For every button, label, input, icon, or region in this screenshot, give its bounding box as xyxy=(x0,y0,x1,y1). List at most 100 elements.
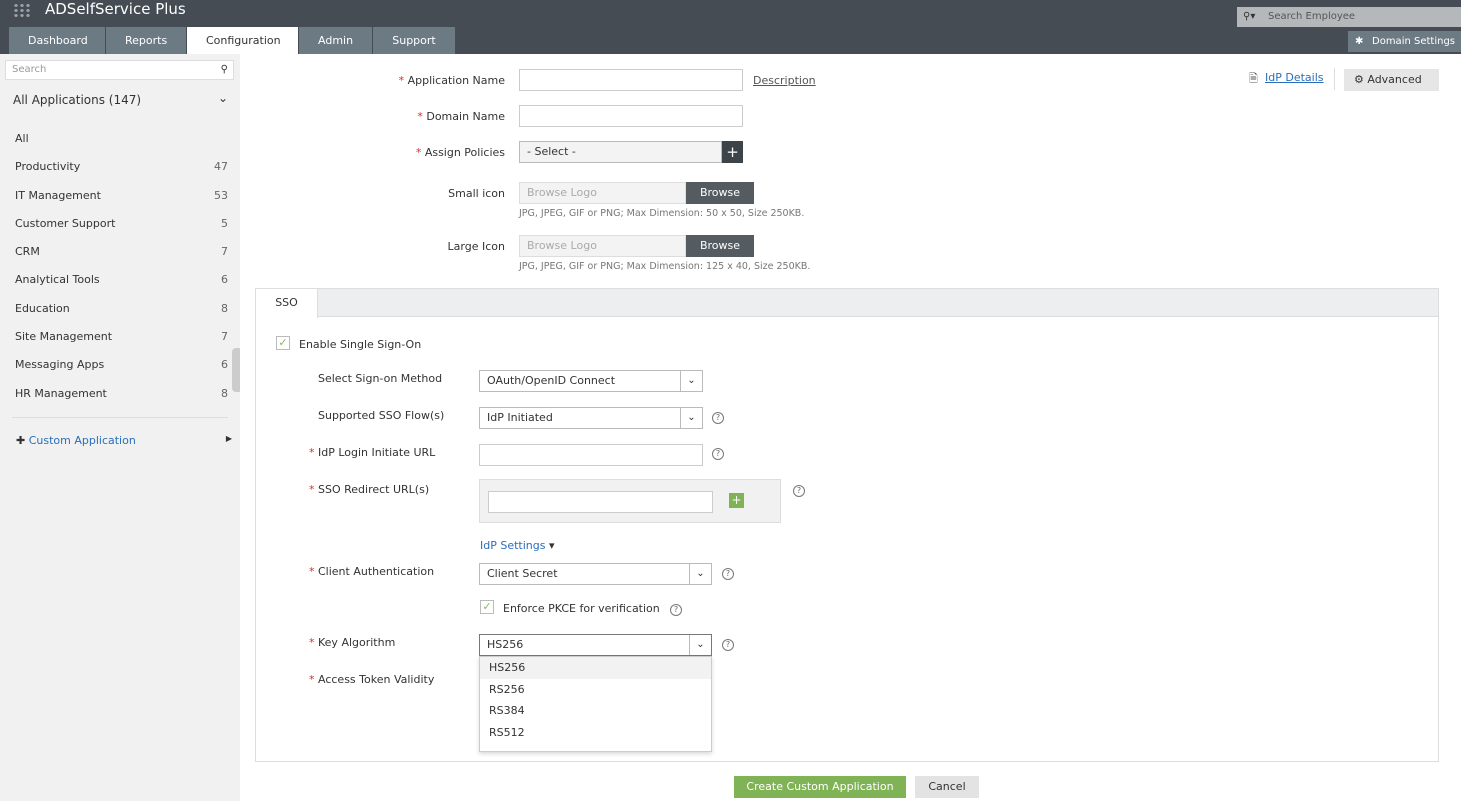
assign-policies-select[interactable]: - Select - xyxy=(519,141,722,163)
idp-details-link[interactable]: IdP Details xyxy=(1265,71,1324,84)
settings-icon: ⚙ xyxy=(1354,73,1367,86)
sidebar-item-count: 7 xyxy=(221,330,228,358)
option-rs256[interactable]: RS256 xyxy=(480,679,711,701)
all-apps-label: All Applications (147) xyxy=(13,93,141,107)
small-icon-label: Small icon xyxy=(380,187,505,200)
sidebar-item[interactable]: Site Management 7 xyxy=(15,330,228,358)
create-application-button[interactable]: Create Custom Application xyxy=(734,776,906,798)
tab-sso[interactable]: SSO xyxy=(256,289,318,318)
redirect-label: * SSO Redirect URL(s) xyxy=(309,483,429,496)
assign-policies-label: * Assign Policies xyxy=(380,146,505,159)
search-placeholder: Search Employee xyxy=(1268,11,1355,22)
option-rs384[interactable]: RS384 xyxy=(480,700,711,722)
tab-admin[interactable]: Admin xyxy=(299,27,372,54)
divider xyxy=(1334,68,1335,90)
sidebar-item-label: Messaging Apps xyxy=(15,358,104,386)
sidebar-item[interactable]: Messaging Apps6 xyxy=(15,358,228,386)
domain-settings-button[interactable]: ✱Domain Settings xyxy=(1348,31,1461,52)
search-icon: ⚲ xyxy=(221,61,228,79)
help-icon[interactable]: ? xyxy=(722,639,734,651)
category-list: AllProductivity47IT Management53Customer… xyxy=(15,132,228,415)
sidebar-item-label: Analytical Tools xyxy=(15,273,100,301)
add-policy-button[interactable]: + xyxy=(722,141,743,163)
sidebar-item-label: Education xyxy=(15,302,70,330)
custom-application-link[interactable]: ✚ Custom Application▶ xyxy=(16,434,232,447)
browse-button[interactable]: Browse xyxy=(686,182,754,204)
sso-panel: SSO xyxy=(255,288,1439,762)
search-employee-input[interactable]: ⚲▾ Search Employee xyxy=(1237,7,1461,27)
sidebar-item-count: 47 xyxy=(214,160,228,188)
domain-name-input[interactable] xyxy=(519,105,743,127)
chevron-down-icon: ⌄ xyxy=(218,91,228,105)
caret-right-icon: ▶ xyxy=(226,434,232,443)
sidebar-item[interactable]: CRM7 xyxy=(15,245,228,273)
tab-dashboard[interactable]: Dashboard xyxy=(9,27,105,54)
description-link[interactable]: Description xyxy=(753,74,816,87)
sidebar-item[interactable]: All xyxy=(15,132,228,160)
sidebar-item[interactable]: Analytical Tools 6 xyxy=(15,273,228,301)
option-rs512[interactable]: RS512 xyxy=(480,722,711,744)
option-hs256[interactable]: HS256 xyxy=(480,657,711,679)
all-applications-dropdown[interactable]: All Applications (147) ⌄ xyxy=(13,93,228,107)
flow-value: IdP Initiated xyxy=(487,411,553,424)
help-icon[interactable]: ? xyxy=(670,604,682,616)
search-placeholder: Search xyxy=(12,64,46,75)
enable-sso-checkbox[interactable]: ✓ xyxy=(276,336,290,350)
caret-down-icon: ▾ xyxy=(545,539,554,552)
large-icon-upload[interactable]: Browse LogoBrowse xyxy=(519,235,754,257)
sso-flow-select[interactable]: IdP Initiated⌄ xyxy=(479,407,703,429)
app-name-input[interactable] xyxy=(519,69,743,91)
large-icon-label: Large Icon xyxy=(380,240,505,253)
divider xyxy=(12,417,228,418)
sidebar-item[interactable]: HR Management8 xyxy=(15,387,228,415)
chevron-down-icon: ⌄ xyxy=(689,564,711,584)
sidebar-item-count: 53 xyxy=(214,189,228,217)
redirect-url-input[interactable] xyxy=(488,491,713,513)
file-field[interactable]: Browse Logo xyxy=(519,182,686,204)
sidebar-item[interactable]: IT Management53 xyxy=(15,189,228,217)
pkce-checkbox[interactable]: ✓ xyxy=(480,600,494,614)
sidebar-item-label: Customer Support xyxy=(15,217,115,245)
help-icon[interactable]: ? xyxy=(793,485,805,497)
sidebar-item-label: HR Management xyxy=(15,387,107,415)
sidebar-item[interactable]: Education 8 xyxy=(15,302,228,330)
small-icon-upload[interactable]: Browse LogoBrowse xyxy=(519,182,754,204)
method-value: OAuth/OpenID Connect xyxy=(487,374,615,387)
search-icon: ⚲▾ xyxy=(1243,7,1255,27)
help-icon[interactable]: ? xyxy=(712,448,724,460)
custom-label: Custom Application xyxy=(29,434,136,447)
top-bar: ADSelfService Plus Dashboard Reports Con… xyxy=(0,0,1461,54)
help-icon[interactable]: ? xyxy=(722,568,734,580)
add-url-button[interactable]: + xyxy=(729,493,744,508)
key-algorithm-select[interactable]: HS256⌄ xyxy=(479,634,712,656)
pkce-label: Enforce PKCE for verification xyxy=(503,602,660,615)
flow-label: Supported SSO Flow(s) xyxy=(318,409,444,422)
key-algorithm-options: HS256 RS256 RS384 RS512 xyxy=(479,656,712,752)
help-icon[interactable]: ? xyxy=(712,412,724,424)
login-url-input[interactable] xyxy=(479,444,703,466)
app-grid-icon[interactable] xyxy=(13,3,31,17)
sidebar-search-input[interactable]: Search ⚲ xyxy=(5,60,234,80)
advanced-button[interactable]: ⚙ Advanced xyxy=(1344,69,1439,91)
policy-value: - Select - xyxy=(527,145,576,158)
enable-sso-label: Enable Single Sign-On xyxy=(299,338,421,351)
client-auth-value: Client Secret xyxy=(487,567,558,580)
key-alg-label: * Key Algorithm xyxy=(309,636,395,649)
tab-support[interactable]: Support xyxy=(373,27,455,54)
sidebar-item[interactable]: Customer Support5 xyxy=(15,217,228,245)
client-auth-select[interactable]: Client Secret ⌄ xyxy=(479,563,712,585)
cancel-button[interactable]: Cancel xyxy=(915,776,979,798)
tab-configuration[interactable]: Configuration xyxy=(187,27,298,54)
tab-reports[interactable]: Reports xyxy=(106,27,186,54)
sign-on-method-select[interactable]: OAuth/OpenID Connect⌄ xyxy=(479,370,703,392)
sidebar-item-label: Site Management xyxy=(15,330,112,358)
sidebar-collapse-handle[interactable] xyxy=(232,348,240,392)
sidebar-item[interactable]: Productivity47 xyxy=(15,160,228,188)
file-field[interactable]: Browse Logo xyxy=(519,235,686,257)
sidebar-item-count: 6 xyxy=(221,273,228,301)
sidebar: Search ⚲ All Applications (147) ⌄ AllProdu… xyxy=(0,54,240,801)
idp-settings-toggle[interactable]: IdP Settings ▾ xyxy=(480,539,555,552)
document-icon: 🗎 xyxy=(1249,70,1258,89)
sidebar-item-count: 8 xyxy=(221,302,228,330)
browse-button[interactable]: Browse xyxy=(686,235,754,257)
